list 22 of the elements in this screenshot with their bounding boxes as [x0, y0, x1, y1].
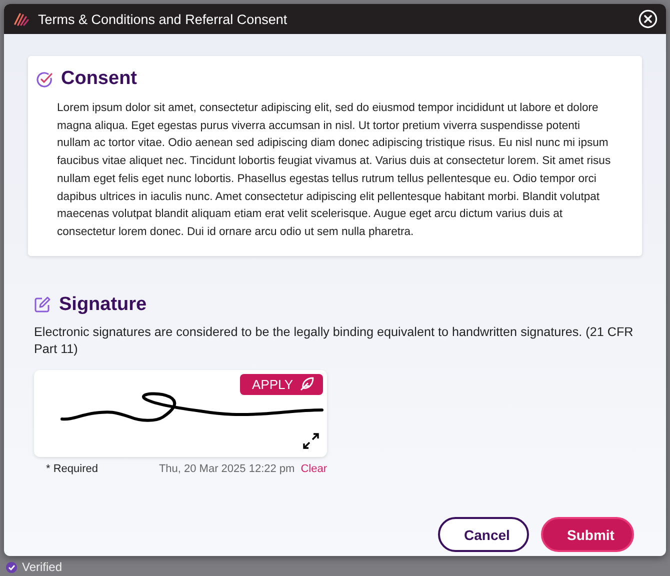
signature-timestamp: Thu, 20 Mar 2025 12:22 pm	[158, 462, 295, 475]
close-icon	[638, 9, 658, 29]
consent-text: Lorem ipsum dolor sit amet, consectetur adipiscing elit, sed do eiusmod tempor incididunt ut labore et dolore magna aliqua. Eget egestas purus viverra accumsan in nisl. Ut tortor pretium viverra suspendisse potenti nullam ac tortor vitae. Odio aenean sed adipiscing diam donec adipiscing tristique risus. Eu nisl nunc mi ipsum faucibus vitae aliquet nec. Tincidunt lobortis feugiat vivamus at. Varius duis at consectetur lorem. Sit amet risus nullam eget felis eget nunc lobortis. Phasellus egestas tellus rutrum tellus pellentesque eu. Odio tempor orci dapibus ultrices in iaculis nunc. Amet consectetur adipiscing elit pellentesque habitant morbi. Blandit volutpat maecenas volutpat blandit aliquam etiam erat velit scelerisque. Augue eget arcu dictum varius duis at consectetur lorem donec. Dui id ornare arcu odio ut sem nulla pharetra.	[57, 101, 612, 240]
logo-icon	[14, 12, 30, 26]
close-button[interactable]	[638, 9, 658, 29]
submit-button[interactable]: Submit	[541, 517, 634, 552]
check-circle-icon	[36, 70, 53, 88]
window-title: Terms & Conditions and Referral Consent	[38, 12, 288, 26]
expand-icon	[303, 432, 319, 449]
required-note: * Required	[46, 462, 99, 475]
apply-button[interactable]: APPLY	[240, 374, 323, 395]
check-icon	[6, 562, 17, 572]
consent-heading: Consent	[61, 68, 137, 90]
signature-pad[interactable]: APPLY	[34, 370, 327, 457]
signature-heading: Signature	[59, 294, 147, 316]
signature-description: Electronic signatures are considered to be the legally binding equivalent to handwritten signatures. (21 CFR Part 11)	[34, 324, 634, 358]
edit-icon	[34, 296, 51, 314]
cancel-button[interactable]: Cancel	[438, 517, 529, 552]
clear-link[interactable]: Clear	[300, 462, 327, 475]
expand-button[interactable]	[303, 432, 319, 449]
feather-icon	[299, 376, 315, 392]
status-label: Verified	[22, 560, 62, 574]
